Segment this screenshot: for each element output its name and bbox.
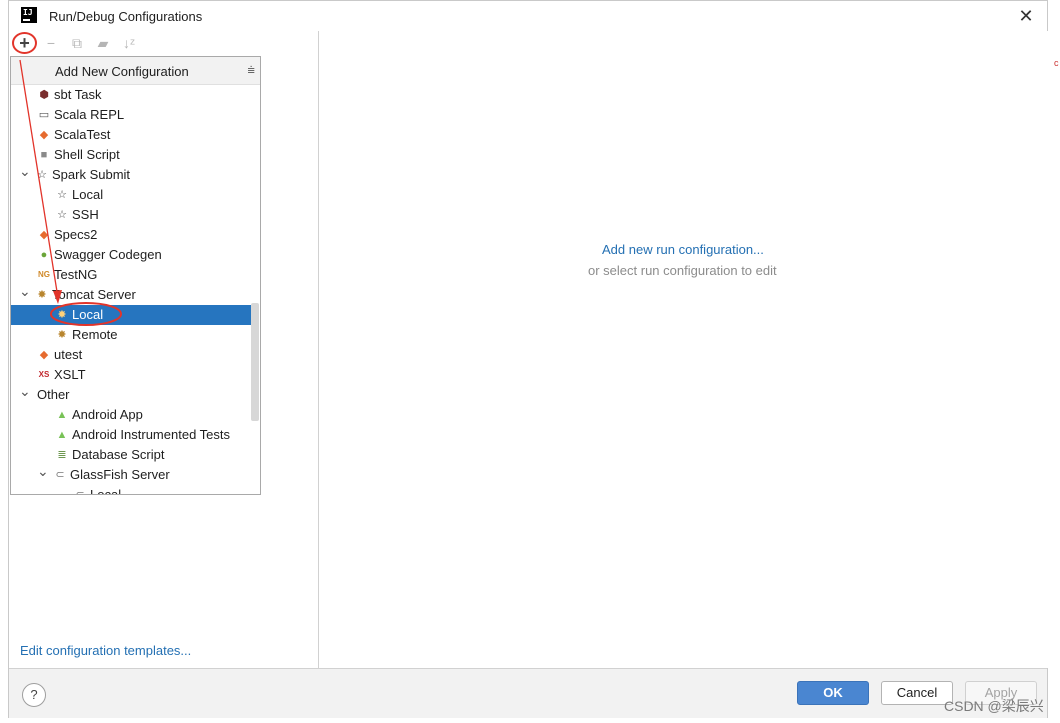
shell-script-icon: ■: [40, 149, 48, 161]
config-type-item[interactable]: ● Swagger Codegen: [11, 245, 252, 265]
config-type-item[interactable]: NG TestNG: [11, 265, 252, 285]
specs2-icon: ◆: [39, 229, 49, 241]
dialog-title: Run/Debug Configurations: [49, 9, 203, 24]
config-type-label: GlassFish Server: [70, 467, 170, 482]
utest-icon: ◆: [39, 349, 49, 361]
config-type-label: Local: [90, 487, 122, 495]
collapse-all-icon[interactable]: ⩧: [247, 62, 255, 78]
config-type-label: Specs2: [54, 227, 98, 242]
config-type-label: Tomcat Server: [52, 287, 136, 302]
chevron-down-icon[interactable]: ⌄: [19, 381, 31, 401]
ok-button[interactable]: OK: [797, 681, 869, 705]
move-to-folder-button[interactable]: ▰: [90, 32, 116, 54]
sbt-icon: ⬢: [39, 89, 49, 101]
chevron-down-icon[interactable]: ⌄: [19, 281, 31, 301]
config-type-label: ScalaTest: [54, 127, 111, 142]
config-type-item[interactable]: ▲ Android Instrumented Tests: [11, 425, 252, 445]
config-type-label: Local: [72, 307, 104, 322]
spark-local-icon: ☆: [57, 189, 67, 201]
watermark: CSDN @梁辰兴: [944, 698, 1044, 714]
glassfish-local-icon: ⊂: [75, 489, 85, 495]
chevron-down-icon[interactable]: ⌄: [37, 461, 49, 481]
run-debug-dialog: IJ Run/Debug Configurations ✕ + − ⧉ ▰ ↓ᶻ…: [8, 0, 1048, 718]
config-type-item[interactable]: ⬢ sbt Task: [11, 85, 252, 105]
chevron-down-icon[interactable]: ⌄: [19, 161, 31, 181]
config-type-label: Spark Submit: [52, 167, 131, 182]
title-bar: IJ Run/Debug Configurations ✕: [9, 1, 1047, 31]
config-type-label: Android App: [72, 407, 143, 422]
cancel-button[interactable]: Cancel: [881, 681, 953, 705]
configuration-type-list: ⬢ sbt Task ▭ Scala REPL ◆ ScalaTest ■ Shell Scr…: [11, 85, 252, 495]
scala-repl-icon: ▭: [38, 109, 50, 121]
dialog-footer: ? OK Cancel Apply: [9, 668, 1047, 718]
config-type-item[interactable]: ⌄ ☆ Spark Submit: [11, 163, 252, 185]
popup-scrollbar[interactable]: [251, 303, 259, 421]
config-type-label: Other: [37, 387, 70, 402]
close-icon: ✕: [1018, 6, 1034, 26]
add-new-configuration-popup: Add New Configuration ⩧ ⬢ sbt Task ▭ Scala …: [10, 56, 261, 495]
glassfish-icon: ⊂: [55, 469, 65, 481]
config-type-item[interactable]: ☆ Local: [11, 185, 252, 205]
config-type-label: TestNG: [54, 267, 98, 282]
config-type-label: XSLT: [54, 367, 86, 382]
config-type-item[interactable]: ✸ Remote: [11, 325, 252, 345]
config-type-label: Local: [72, 187, 104, 202]
android-icon: ▲: [56, 409, 68, 421]
config-toolbar: + − ⧉ ▰ ↓ᶻ: [9, 31, 319, 55]
config-type-item[interactable]: ◆ ScalaTest: [11, 125, 252, 145]
config-type-item[interactable]: ▲ Android App: [11, 405, 252, 425]
config-type-item[interactable]: ⌄ ⊂ GlassFish Server: [11, 463, 252, 485]
add-new-run-configuration-link[interactable]: Add new run configuration...: [602, 242, 764, 257]
config-type-label: sbt Task: [54, 87, 102, 102]
config-type-item[interactable]: XS XSLT: [11, 365, 252, 385]
config-type-label: Scala REPL: [54, 107, 125, 122]
configuration-details-pane: Add new run configuration... or select r…: [320, 31, 1048, 668]
popup-title: Add New Configuration: [55, 64, 189, 79]
close-button[interactable]: ✕: [1015, 5, 1037, 27]
config-type-label: Swagger Codegen: [54, 247, 162, 262]
config-type-label: Shell Script: [54, 147, 120, 162]
intellij-app-icon: IJ: [21, 7, 37, 23]
spark-icon: ☆: [37, 169, 47, 181]
remove-configuration-button[interactable]: −: [38, 32, 64, 54]
config-type-label: Database Script: [72, 447, 165, 462]
tomcat-remote-icon: ✸: [57, 329, 67, 341]
config-type-item[interactable]: ✸ Local: [11, 305, 252, 325]
add-configuration-button[interactable]: +: [12, 32, 37, 54]
select-configuration-hint: or select run configuration to edit: [588, 263, 777, 278]
android-test-icon: ▲: [56, 429, 68, 441]
config-type-item[interactable]: ⌄ Other: [11, 383, 252, 405]
config-type-item[interactable]: ◆ utest: [11, 345, 252, 365]
xslt-icon: XS: [38, 370, 50, 379]
edit-configuration-templates-link[interactable]: Edit configuration templates...: [20, 643, 191, 658]
swagger-icon: ●: [40, 249, 48, 261]
config-type-item[interactable]: ◆ Specs2: [11, 225, 252, 245]
background-edge-mark: c: [1054, 58, 1059, 68]
config-type-label: utest: [54, 347, 83, 362]
database-script-icon: ≣: [57, 449, 67, 461]
popup-header: Add New Configuration ⩧: [11, 57, 260, 85]
config-type-item[interactable]: ☆ SSH: [11, 205, 252, 225]
config-type-item[interactable]: ■ Shell Script: [11, 145, 252, 165]
copy-configuration-button[interactable]: ⧉: [64, 32, 90, 54]
tomcat-icon: ✸: [37, 289, 47, 301]
config-type-item[interactable]: ⊂ Local: [11, 485, 252, 495]
config-type-label: SSH: [72, 207, 99, 222]
sort-configurations-button[interactable]: ↓ᶻ: [116, 32, 142, 54]
spark-ssh-icon: ☆: [57, 209, 67, 221]
scalatest-icon: ◆: [39, 129, 49, 141]
config-type-item[interactable]: ⌄ ✸ Tomcat Server: [11, 283, 252, 305]
config-type-item[interactable]: ▭ Scala REPL: [11, 105, 252, 125]
config-type-label: Android Instrumented Tests: [72, 427, 231, 442]
tomcat-local-icon: ✸: [57, 309, 67, 321]
configurations-pane: + − ⧉ ▰ ↓ᶻ Add New Configuration ⩧ ⬢ sbt …: [9, 31, 319, 668]
testng-icon: NG: [38, 270, 50, 279]
help-button[interactable]: ?: [22, 683, 46, 707]
config-type-label: Remote: [72, 327, 118, 342]
